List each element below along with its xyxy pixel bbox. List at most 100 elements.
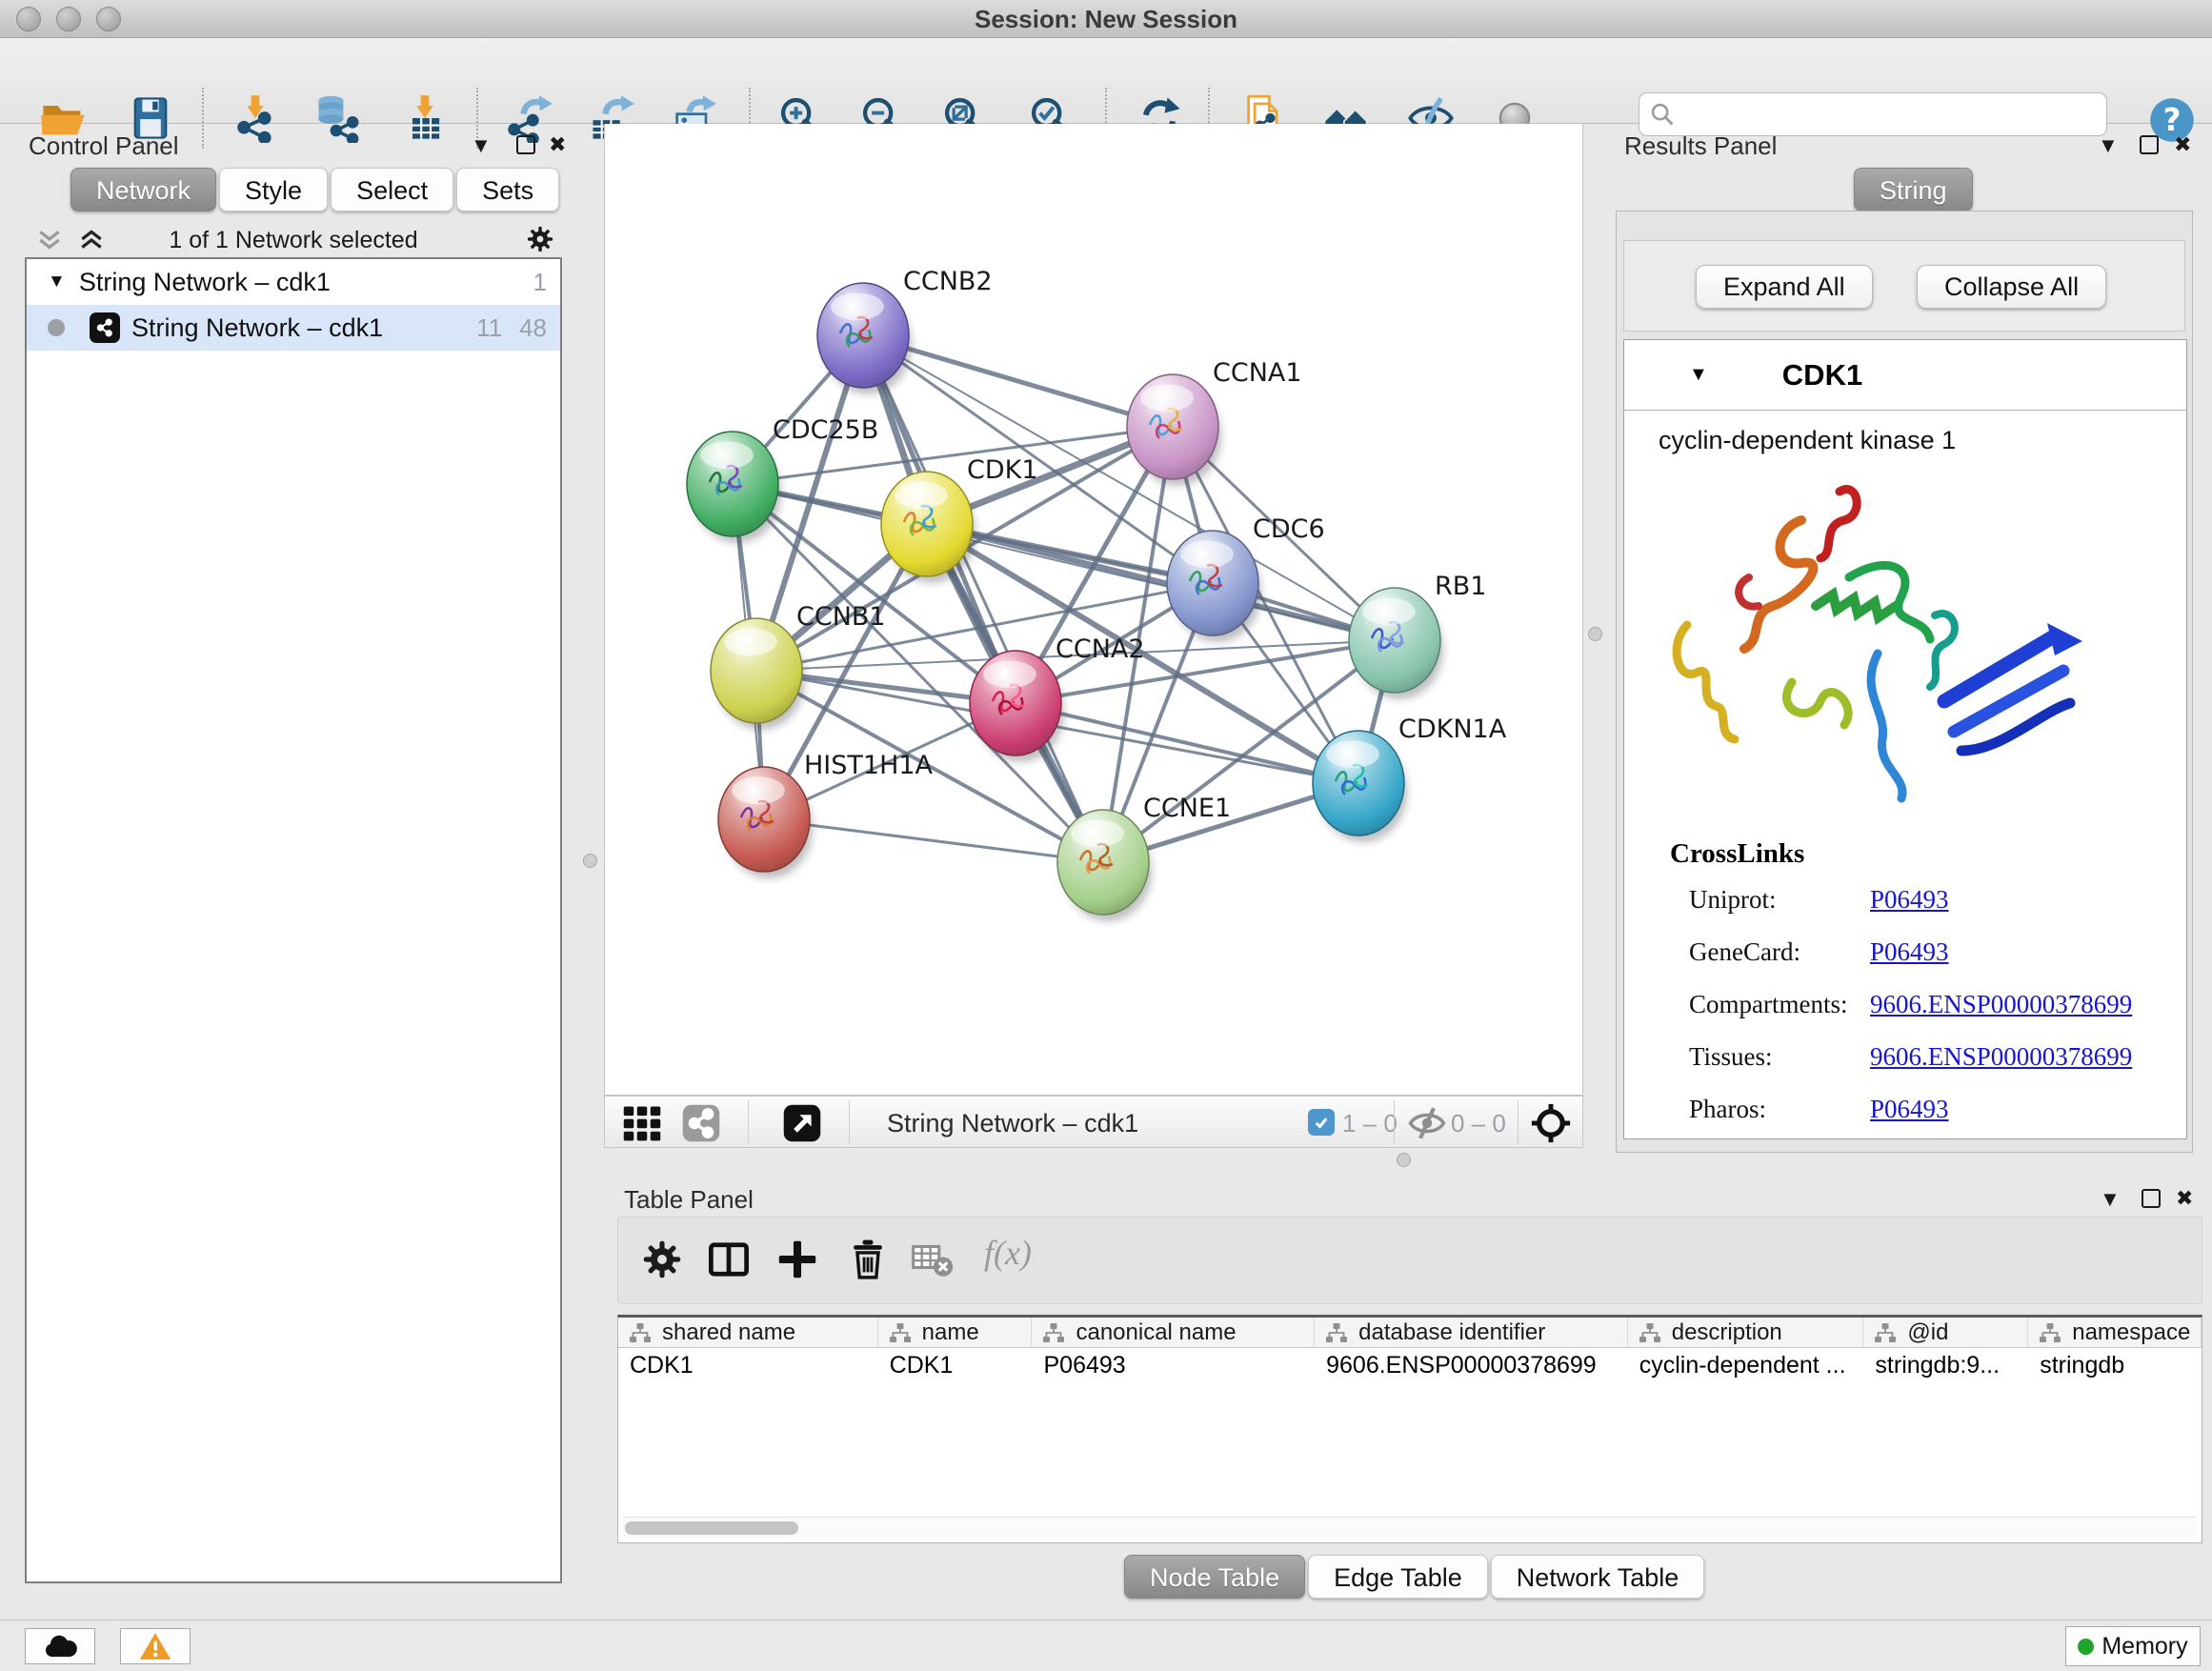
float-panel-button[interactable]	[516, 135, 535, 154]
network-type-icon	[90, 312, 120, 343]
toolbar-separator	[1394, 1100, 1395, 1144]
tab-select[interactable]: Select	[331, 168, 453, 211]
gene-header-row[interactable]: ▼ CDK1	[1624, 340, 2186, 411]
function-builder-button: f(x)	[984, 1233, 1032, 1273]
float-panel-button[interactable]	[2140, 135, 2159, 154]
left-splitter-handle[interactable]	[583, 854, 597, 868]
gene-expand-icon[interactable]: ▼	[1689, 364, 1708, 386]
column-header-shared-name[interactable]: shared name	[618, 1318, 878, 1347]
table-horizontal-scrollbar[interactable]	[623, 1517, 2197, 1538]
import-table-button[interactable]	[400, 93, 450, 143]
control-panel-tabs: NetworkStyleSelectSets	[70, 168, 562, 211]
grid-icon	[622, 1103, 662, 1143]
selected-checkbox[interactable]	[1308, 1109, 1335, 1136]
table-row[interactable]: CDK1CDK1P064939606.ENSP00000378699cyclin…	[618, 1348, 2202, 1382]
table-options-gear-button[interactable]	[641, 1238, 683, 1280]
panel-menu-button[interactable]: ▼	[471, 135, 492, 156]
share-icon	[681, 1103, 721, 1143]
main-toolbar: ?	[0, 38, 2212, 124]
window-title: Session: New Session	[0, 0, 2212, 38]
tab-edge-table[interactable]: Edge Table	[1308, 1555, 1488, 1599]
column-header-namespace[interactable]: namespace	[2028, 1318, 2202, 1347]
network-view-share-button[interactable]	[681, 1103, 721, 1143]
network-options-gear-button[interactable]	[526, 225, 554, 257]
network-graph[interactable]: CCNB2CCNA1CDC25BCDK1CDC6RB1CCNB1CCNA2CDK…	[605, 124, 1584, 1096]
column-header-description[interactable]: description	[1628, 1318, 1864, 1347]
cloud-status-button[interactable]	[25, 1628, 95, 1664]
table-cell[interactable]: CDK1	[878, 1348, 1033, 1382]
node-label-HIST1H1A: HIST1H1A	[804, 751, 934, 780]
node-label-CCNE1: CCNE1	[1143, 794, 1231, 823]
hidden-count: 0 – 0	[1451, 1109, 1506, 1138]
close-panel-button[interactable]: ✖	[2174, 134, 2191, 155]
crosslink-link[interactable]: P06493	[1870, 1095, 1949, 1124]
panel-menu-button[interactable]: ▼	[2098, 135, 2119, 156]
table-cell[interactable]: cyclin-dependent ...	[1628, 1348, 1864, 1382]
gene-description: cyclin-dependent kinase 1	[1659, 426, 2186, 455]
collection-expand-icon[interactable]: ▼	[48, 272, 66, 292]
crosslink-label: Tissues:	[1689, 1042, 1870, 1072]
network-row-selected[interactable]: String Network – cdk1 11 48	[27, 305, 560, 351]
node-label-CCNA1: CCNA1	[1213, 358, 1302, 388]
panel-menu-button[interactable]: ▼	[2100, 1189, 2121, 1210]
right-splitter-handle[interactable]	[1588, 627, 1602, 641]
gene-name: CDK1	[1782, 358, 1862, 393]
warning-status-button[interactable]	[120, 1628, 191, 1664]
add-column-button[interactable]	[776, 1238, 818, 1280]
column-header-name[interactable]: name	[878, 1318, 1033, 1347]
column-header-database-identifier[interactable]: database identifier	[1315, 1318, 1628, 1347]
import-network-button[interactable]	[231, 93, 280, 143]
import-database-button[interactable]	[313, 93, 363, 143]
crosslink-link[interactable]: P06493	[1870, 885, 1949, 915]
trash-icon	[847, 1238, 889, 1280]
node-label-CDK1: CDK1	[967, 455, 1038, 485]
table-cell[interactable]: CDK1	[618, 1348, 878, 1382]
warning-icon	[136, 1630, 174, 1662]
scrollbar-thumb[interactable]	[625, 1521, 798, 1535]
table-panel-title: Table Panel	[624, 1185, 754, 1215]
tab-style[interactable]: Style	[219, 168, 328, 211]
tab-string[interactable]: String	[1854, 168, 1973, 211]
show-columns-button[interactable]	[708, 1238, 750, 1280]
tab-network[interactable]: Network	[70, 168, 216, 211]
column-header-canonical-name[interactable]: canonical name	[1032, 1318, 1315, 1347]
table-cell[interactable]: stringdb	[2028, 1348, 2202, 1382]
crosslink-link[interactable]: 9606.ENSP00000378699	[1870, 990, 2132, 1019]
network-canvas[interactable]: CCNB2CCNA1CDC25BCDK1CDC6RB1CCNB1CCNA2CDK…	[604, 124, 1583, 1096]
search-box	[1639, 92, 2107, 136]
crosslink-row: GeneCard:P06493	[1689, 926, 2186, 978]
birds-eye-view-button[interactable]	[782, 1103, 822, 1143]
bottom-splitter-handle[interactable]	[1397, 1153, 1411, 1167]
table-cell[interactable]: P06493	[1032, 1348, 1315, 1382]
crosshair-icon	[1531, 1103, 1571, 1143]
network-edge-count: 48	[519, 313, 547, 343]
delete-column-button[interactable]	[847, 1238, 889, 1280]
crosslink-link[interactable]: P06493	[1870, 937, 1949, 967]
close-panel-button[interactable]: ✖	[549, 134, 566, 155]
network-status-dot	[48, 319, 65, 336]
search-icon	[1649, 101, 1676, 128]
network-view-title: String Network – cdk1	[887, 1109, 1138, 1138]
tab-sets[interactable]: Sets	[456, 168, 559, 211]
tab-node-table[interactable]: Node Table	[1124, 1555, 1305, 1599]
network-collection-row[interactable]: ▼ String Network – cdk1 1	[27, 259, 560, 305]
fit-selection-button[interactable]	[1531, 1103, 1571, 1143]
column-header-@id[interactable]: @id	[1863, 1318, 2028, 1347]
crosslink-link[interactable]: 9606.ENSP00000378699	[1870, 1042, 2132, 1072]
close-panel-button[interactable]: ✖	[2176, 1188, 2193, 1209]
search-input[interactable]	[1676, 95, 2106, 133]
node-label-CDC6: CDC6	[1253, 514, 1325, 544]
table-cell[interactable]: stringdb:9...	[1863, 1348, 2028, 1382]
expand-all-button[interactable]: Expand All	[1696, 265, 1873, 309]
crosslink-row: Pharos:P06493	[1689, 1083, 2186, 1136]
cloud-icon	[41, 1631, 79, 1661]
collapse-all-button[interactable]: Collapse All	[1917, 265, 2106, 309]
tab-network-table[interactable]: Network Table	[1491, 1555, 1705, 1599]
memory-button[interactable]: Memory	[2065, 1626, 2201, 1666]
grid-view-button[interactable]	[622, 1103, 662, 1143]
table-cell[interactable]: 9606.ENSP00000378699	[1315, 1348, 1628, 1382]
toolbar-separator	[748, 1100, 749, 1144]
titlebar: Session: New Session	[0, 0, 2212, 38]
float-panel-button[interactable]	[2142, 1189, 2161, 1208]
node-label-CDC25B: CDC25B	[773, 415, 878, 445]
